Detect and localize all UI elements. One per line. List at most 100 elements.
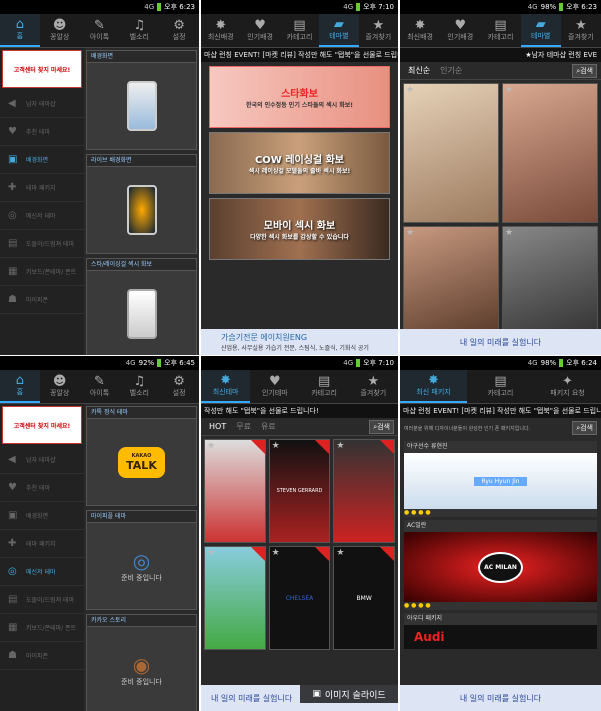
tab-by-theme[interactable]: ▰ 테마별 xyxy=(520,14,561,47)
ad-banner[interactable]: 내 일의 미래를 실험니다 xyxy=(400,329,601,355)
tab-settings[interactable]: ⚙ 설정 xyxy=(159,14,199,47)
star-icon[interactable]: ★ xyxy=(336,548,344,558)
star-icon[interactable]: ★ xyxy=(505,85,513,95)
tab-home[interactable]: ⌂ 홈 xyxy=(0,370,40,403)
tab-mascot[interactable]: ☻ 꽁알상 xyxy=(40,370,80,403)
wallpaper-grid: ★ ★ ★ ★ xyxy=(400,80,601,339)
tab-favorites[interactable]: ★ 즐겨찾기 xyxy=(349,370,398,403)
tab-aitalk[interactable]: ✎ 아이톡 xyxy=(80,14,120,47)
category-icon: ▤ xyxy=(293,18,306,34)
star-icon[interactable]: ★ xyxy=(272,548,280,558)
tab-latest-theme[interactable]: ✸ 최신테마 xyxy=(201,370,251,403)
gift-icon: ✚ xyxy=(8,538,17,549)
tab-settings[interactable]: ⚙ 설정 xyxy=(159,370,199,403)
package-row[interactable]: 야구선수 류현진 Ryu Hyun Jin ● ● ● ● xyxy=(404,441,597,517)
sidebar-item-messenger[interactable]: ◎ 메신저 테마 xyxy=(0,558,84,586)
package-row[interactable]: 아우디 패키지 Audi xyxy=(404,613,597,649)
sidebar-item-messenger[interactable]: ◎ 메신저 테마 xyxy=(0,202,84,230)
tab-favorites[interactable]: ★ 즐겨찾기 xyxy=(561,14,601,47)
sidebar-item-package[interactable]: ✚ 테마 패키지 xyxy=(0,530,84,558)
theme-thumb[interactable]: ★ BMW xyxy=(333,546,395,650)
tab-ringtone[interactable]: ♫ 벨소리 xyxy=(119,14,159,47)
tab-hot[interactable]: HOT xyxy=(209,422,226,431)
search-button[interactable]: ⌕검색 xyxy=(572,421,597,435)
sidebar-item-keyboard[interactable]: ▦ 키보드/폰테마/ 폰트 xyxy=(0,258,84,286)
star-icon[interactable]: ★ xyxy=(336,441,344,451)
tab-label: 꽁알상 xyxy=(50,33,70,42)
tab-category[interactable]: ▤ 카테고리 xyxy=(280,14,319,47)
sidebar-item-package[interactable]: ✚ 테마 패키지 xyxy=(0,174,84,202)
wallpaper-thumb[interactable]: ★ xyxy=(502,226,598,336)
tab-category[interactable]: ▤ 카테고리 xyxy=(467,370,534,403)
image-slideshow-button[interactable]: ▣ 이미지 슬라이드 xyxy=(300,685,398,703)
sidebar-item-launcher[interactable]: ▤ 도돌이/드럼져 테마 xyxy=(0,586,84,614)
event-ticker: 마샵 런칭 EVENT! [마켓 리뷰] 작성만 해도 "탭북"을 선물로 드립… xyxy=(400,404,601,418)
banner-racing-girl[interactable]: COW 레이싱걸 화보 섹시 레이싱걸 모델들의 출바 섹시 화보! xyxy=(209,132,390,194)
card-title: 카톡 정식 테마 xyxy=(87,407,196,419)
tab-latest[interactable]: ✸ 최신배경 xyxy=(201,14,240,47)
sidebar-item-mypeople[interactable]: ☗ 마이피폰 xyxy=(0,642,84,670)
tab-favorites[interactable]: ★ 즐겨찾기 xyxy=(359,14,398,47)
wallpaper-thumb[interactable]: ★ xyxy=(502,83,598,223)
tab-popular[interactable]: ♥ 인기배경 xyxy=(240,14,279,47)
tab-latest-package[interactable]: ✸ 최신 패키지 xyxy=(400,370,467,403)
card-kakaostory[interactable]: 카카오 스토리 ◉ 준비 중입니다 xyxy=(86,614,197,711)
sidebar-item-recommended[interactable]: ♥ 추천 테마 xyxy=(0,474,84,502)
tab-newest[interactable]: 최신순 xyxy=(408,65,430,76)
people-icon: ☗ xyxy=(8,294,17,305)
wallpaper-thumb[interactable]: ★ xyxy=(403,226,499,336)
card-kakaotalk[interactable]: 카톡 정식 테마 KAKAO TALK xyxy=(86,406,197,506)
sidebar-item-keyboard[interactable]: ▦ 키보드/폰테마/ 폰트 xyxy=(0,614,84,642)
search-label: 검색 xyxy=(580,424,593,432)
card-star-gallery[interactable]: 스타/레이싱걸 섹시 화보 xyxy=(86,258,197,355)
theme-thumb[interactable]: ★ xyxy=(204,439,266,543)
wallpaper-thumb[interactable]: ★ xyxy=(403,83,499,223)
sidebar-item-men-theme[interactable]: ◀ 남자 테마샵 xyxy=(0,446,84,474)
tab-label: 최신배경 xyxy=(407,33,433,42)
theme-thumb[interactable]: ★ CHELSEA xyxy=(268,546,331,650)
banner-mobile-gallery[interactable]: 모바이 섹시 화보 다양한 섹시 화보를 감상할 수 있습니다 xyxy=(209,198,390,260)
tab-label: 설정 xyxy=(172,33,186,42)
tab-popular[interactable]: ♥ 인기배경 xyxy=(440,14,480,47)
ad-banner[interactable]: 내 일의 미래를 실험니다 xyxy=(400,685,601,711)
tab-category[interactable]: ▤ 카테고리 xyxy=(300,370,349,403)
tab-aitalk[interactable]: ✎ 아이톡 xyxy=(80,370,120,403)
tab-popularity[interactable]: 인기순 xyxy=(440,65,462,76)
theme-thumb[interactable]: ★ STEVEN GERRARD xyxy=(268,439,331,543)
star-icon[interactable]: ★ xyxy=(505,228,513,238)
star-icon[interactable]: ★ xyxy=(406,85,414,95)
star-icon[interactable]: ★ xyxy=(207,548,215,558)
tab-category[interactable]: ▤ 카테고리 xyxy=(480,14,520,47)
tab-mascot[interactable]: ☻ 꽁알상 xyxy=(40,14,80,47)
banner-star-gallery[interactable]: 스타화보 한국의 인수정등 인기 스타들의 섹시 화보! xyxy=(209,66,390,128)
star-icon[interactable]: ★ xyxy=(406,228,414,238)
star-icon[interactable]: ★ xyxy=(272,441,280,451)
tab-popular-theme[interactable]: ♥ 인기테마 xyxy=(250,370,299,403)
card-live-wallpaper[interactable]: 라이브 배경화면 xyxy=(86,154,197,254)
ad-banner[interactable]: 가습기전문 에이치원ENG 산업용, 사무실용 가습기 전문, 스팀식, 노즐식… xyxy=(201,329,398,355)
tab-latest[interactable]: ✸ 최신배경 xyxy=(400,14,440,47)
tab-label: 아이톡 xyxy=(89,33,110,42)
tab-home[interactable]: ⌂ 홈 xyxy=(0,14,40,47)
tab-by-theme[interactable]: ▰ 테마별 xyxy=(319,14,359,47)
sidebar-item-launcher[interactable]: ▤ 도돌이/드럼져 테마 xyxy=(0,230,84,258)
card-wallpaper[interactable]: 배경화면 xyxy=(86,50,197,150)
package-row[interactable]: AC밀란 AC MILAN ● ● ● ● xyxy=(404,520,597,610)
search-button[interactable]: ⌕검색 xyxy=(572,63,597,78)
tab-paid[interactable]: 유료 xyxy=(261,421,276,432)
sidebar-item-mypeople[interactable]: ☗ 마이피폰 xyxy=(0,286,84,314)
sidebar-item-recommended[interactable]: ♥ 추천 테마 xyxy=(0,118,84,146)
tab-free[interactable]: 무료 xyxy=(236,421,251,432)
tab-ringtone[interactable]: ♫ 벨소리 xyxy=(119,370,159,403)
tab-package-request[interactable]: ✦ 패키지 요청 xyxy=(534,370,601,403)
phone-live-icon xyxy=(87,167,196,253)
sidebar-item-wallpaper[interactable]: ▣ 배경화면 xyxy=(0,502,84,530)
theme-thumb[interactable]: ★ xyxy=(204,546,266,650)
sidebar-item-men-theme[interactable]: ◀ 남자 테마샵 xyxy=(0,90,84,118)
star-icon[interactable]: ★ xyxy=(207,441,215,451)
search-button[interactable]: ⌕검색 xyxy=(369,419,394,434)
sidebar-item-wallpaper[interactable]: ▣ 배경화면 xyxy=(0,146,84,174)
theme-thumb[interactable]: ★ xyxy=(333,439,395,543)
status-bar: 4G 오후 7:10 xyxy=(201,0,398,14)
card-mypeople[interactable]: 마이피플 테마 ◎ 준비 중입니다 xyxy=(86,510,197,610)
